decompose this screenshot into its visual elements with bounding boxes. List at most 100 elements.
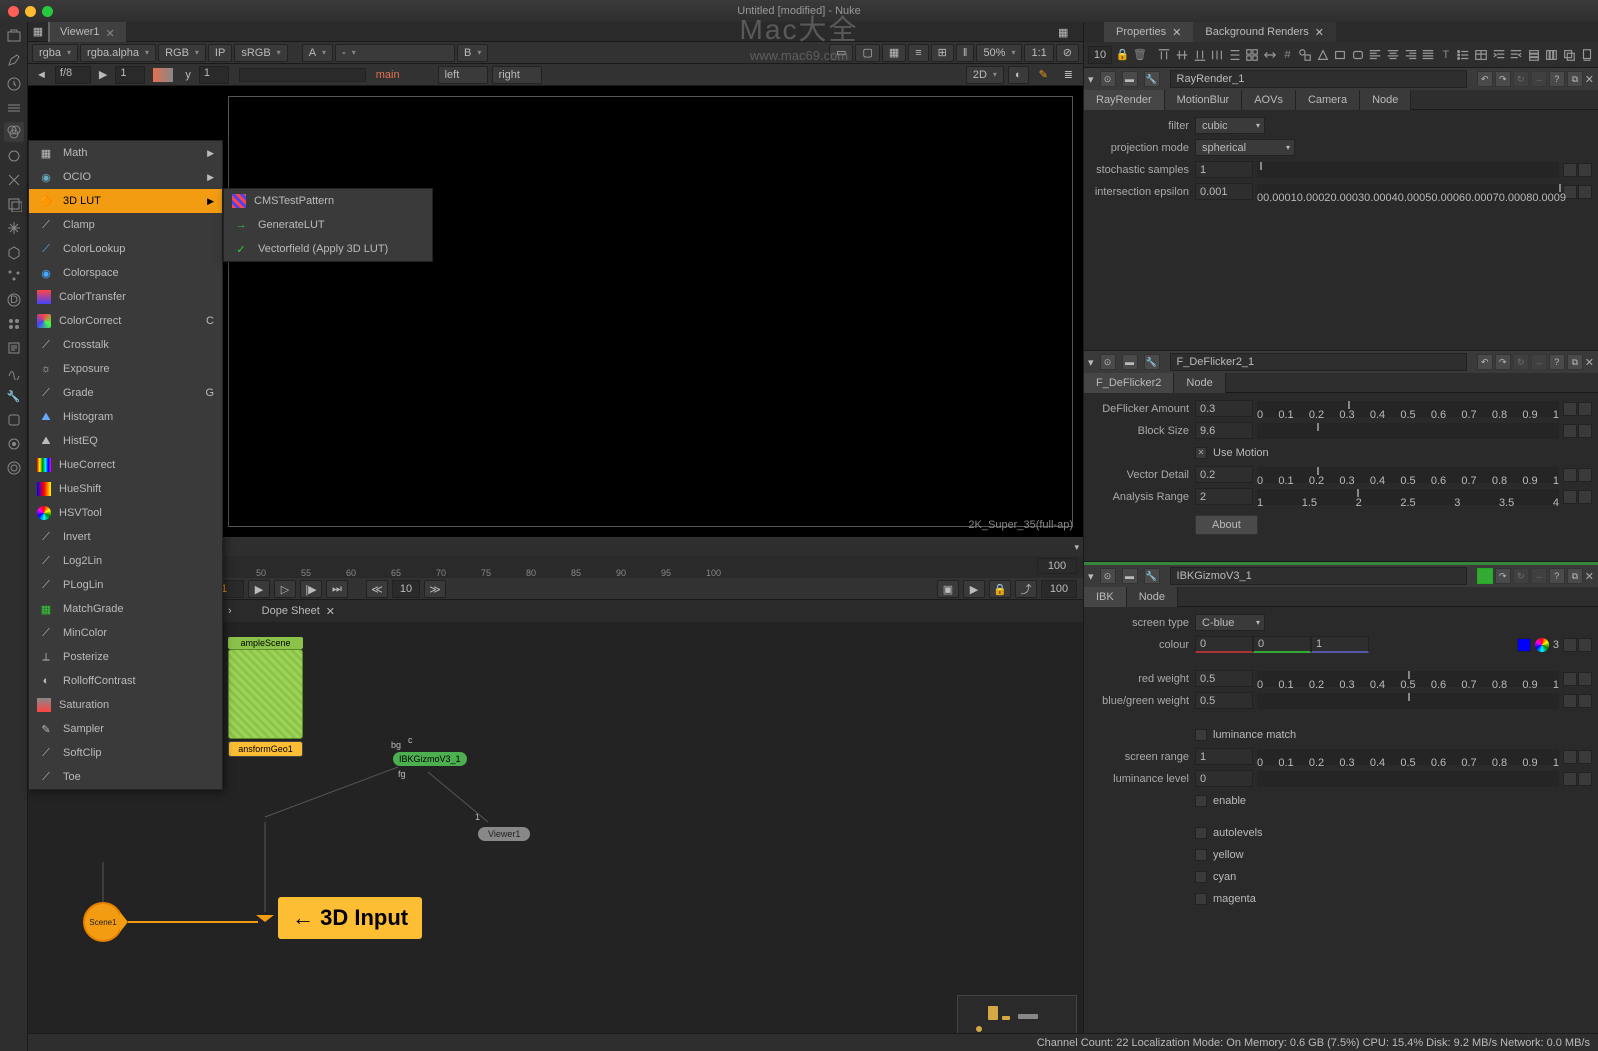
wipe-dropdown[interactable]: -	[335, 44, 455, 62]
draw-icon[interactable]	[4, 50, 24, 70]
screenrange-input[interactable]	[1195, 748, 1253, 765]
revert-icon[interactable]: ↻	[1513, 568, 1529, 584]
anim-icon[interactable]	[1563, 468, 1577, 482]
stochastic-input[interactable]	[1195, 161, 1253, 178]
indent-left-icon[interactable]	[1491, 46, 1506, 64]
autolevels-checkbox[interactable]	[1195, 827, 1207, 839]
bgweight-slider[interactable]	[1257, 693, 1559, 709]
cyan-checkbox[interactable]	[1195, 871, 1207, 883]
about-button[interactable]: About	[1195, 515, 1258, 535]
pane-menu-icon[interactable]: ▦	[1058, 26, 1068, 39]
anim-icon[interactable]	[1578, 424, 1592, 438]
tab-node[interactable]: Node	[1127, 587, 1178, 607]
center-icon[interactable]: ⊙	[1100, 71, 1116, 87]
menu-colorlookup[interactable]: ⟋ColorLookup	[29, 237, 222, 261]
color-icon[interactable]	[4, 122, 24, 142]
float-icon[interactable]: ⧉	[1567, 354, 1583, 370]
align-center-icon[interactable]	[1386, 46, 1401, 64]
menu-invert[interactable]: ⟋Invert	[29, 525, 222, 549]
redo-icon[interactable]: ↷	[1495, 71, 1511, 87]
colour-b-input[interactable]	[1311, 636, 1369, 653]
anim-icon[interactable]	[1563, 490, 1577, 504]
space-h-icon[interactable]	[1263, 46, 1278, 64]
undo-icon[interactable]: ↶	[1477, 71, 1493, 87]
range-end-input2[interactable]	[1041, 580, 1077, 598]
anim-icon[interactable]	[1578, 694, 1592, 708]
proxy-icon[interactable]: ▦	[882, 44, 906, 62]
magenta-checkbox[interactable]	[1195, 893, 1207, 905]
tab-properties[interactable]: Properties ✕	[1104, 22, 1193, 42]
tab-motionblur[interactable]: MotionBlur	[1165, 90, 1243, 110]
arrow-icon[interactable]: ›	[228, 605, 232, 617]
arrow-icon[interactable]: →	[1531, 568, 1547, 584]
redo-icon[interactable]: ↷	[1495, 568, 1511, 584]
range-slider[interactable]: 11.522.533.54	[1257, 489, 1559, 505]
dist-h-icon[interactable]	[1210, 46, 1225, 64]
tab-node[interactable]: Node	[1360, 90, 1411, 110]
close-panel-icon[interactable]: ✕	[1585, 356, 1594, 369]
menu-crosstalk[interactable]: ⟋Crosstalk	[29, 333, 222, 357]
list-icon[interactable]	[1456, 46, 1471, 64]
yellow-checkbox[interactable]	[1195, 849, 1207, 861]
anim-icon[interactable]	[1578, 163, 1592, 177]
time-icon[interactable]	[4, 74, 24, 94]
rect-icon[interactable]	[1333, 46, 1348, 64]
other-icon[interactable]: 🔧	[4, 386, 24, 406]
menu-sampler[interactable]: ✎Sampler	[29, 717, 222, 741]
maxpanels-input[interactable]	[1088, 46, 1112, 64]
duplicate-icon[interactable]	[1562, 46, 1577, 64]
float-icon[interactable]: ⧉	[1567, 71, 1583, 87]
air-icon[interactable]	[4, 458, 24, 478]
redweight-slider[interactable]: 00.10.20.30.40.50.60.70.80.91	[1257, 671, 1559, 687]
panel-header[interactable]: ▾ ⊙ ▬ 🔧 ↶ ↷ ↻ → ? ⧉ ✕	[1084, 68, 1598, 90]
tab-deflicker[interactable]: F_DeFlicker2	[1084, 373, 1174, 393]
menu-clamp[interactable]: ⟋Clamp	[29, 213, 222, 237]
redweight-input[interactable]	[1195, 670, 1253, 687]
undo-icon[interactable]: ↶	[1477, 354, 1493, 370]
align-left-icon[interactable]	[1368, 46, 1383, 64]
transform-icon[interactable]	[4, 218, 24, 238]
node-transform[interactable]: ansformGeo1	[228, 741, 303, 757]
anim-icon[interactable]	[1563, 694, 1577, 708]
revert-icon[interactable]: ↻	[1513, 354, 1529, 370]
table-icon[interactable]	[1474, 46, 1489, 64]
collapse-icon[interactable]: ▾	[1088, 570, 1094, 583]
nodename-input[interactable]	[1170, 353, 1467, 371]
maximize-icon[interactable]	[42, 6, 53, 17]
screenrange-slider[interactable]: 00.10.20.30.40.50.60.70.80.91	[1257, 749, 1559, 765]
screentype-dropdown[interactable]: C-blue	[1195, 614, 1265, 631]
a-input-dropdown[interactable]: A	[302, 44, 333, 62]
gamma-arrow[interactable]: ▶	[95, 68, 111, 81]
skip-fwd-icon[interactable]: ≫	[424, 580, 446, 598]
channel-icon[interactable]	[4, 98, 24, 118]
panel-header[interactable]: ▾ ⊙ ▬ 🔧 ↶ ↷ ↻ → ? ⧉ ✕	[1084, 351, 1598, 373]
wrench-icon[interactable]: 🔧	[1144, 354, 1160, 370]
hashtag-icon[interactable]: #	[1280, 46, 1295, 64]
node-scene[interactable]: Scene1	[83, 902, 123, 942]
export-icon[interactable]: ⤴	[1015, 580, 1037, 598]
amount-input[interactable]	[1195, 400, 1253, 417]
menu-vectorfield[interactable]: ✓Vectorfield (Apply 3D LUT)	[224, 237, 432, 261]
menu-ploglin[interactable]: ⟋PLogLin	[29, 573, 222, 597]
anim-icon[interactable]	[1563, 424, 1577, 438]
main-view-label[interactable]: main	[376, 69, 400, 81]
lumlevel-slider[interactable]	[1257, 771, 1559, 787]
gamma-slider[interactable]	[153, 68, 173, 82]
close-tab-icon[interactable]: ✕	[326, 605, 335, 618]
colour-swatch[interactable]	[1517, 638, 1531, 652]
node-icon[interactable]: ▬	[1122, 568, 1138, 584]
fstop-arrow[interactable]: ◄	[32, 69, 51, 81]
menu-hueshift[interactable]: HueShift	[29, 477, 222, 501]
tab-dopesheet[interactable]: Dope Sheet ✕	[252, 600, 345, 622]
fstop-input[interactable]: f/8	[55, 66, 91, 84]
anim-icon[interactable]	[1563, 750, 1577, 764]
menu-posterize[interactable]: ⟂Posterize	[29, 645, 222, 669]
help-icon[interactable]: ?	[1549, 354, 1565, 370]
lumlevel-input[interactable]	[1195, 770, 1253, 787]
pause-icon[interactable]: ‖	[956, 44, 975, 62]
cols-icon[interactable]	[1544, 46, 1559, 64]
copy-icon[interactable]	[1579, 46, 1594, 64]
bgweight-input[interactable]	[1195, 692, 1253, 709]
anim-icon[interactable]	[1578, 750, 1592, 764]
align-vcenter-icon[interactable]	[1175, 46, 1190, 64]
